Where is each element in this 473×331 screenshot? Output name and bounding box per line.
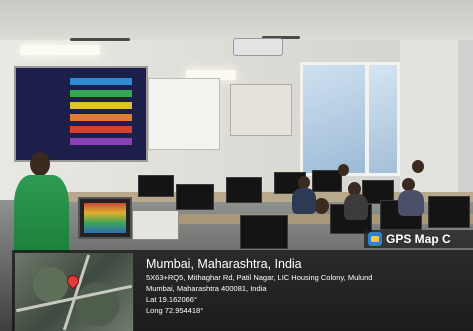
gps-map-camera-icon [368,232,382,246]
location-longitude: Long 72.954418° [146,306,204,315]
gps-map-camera-badge: GPS Map C [364,230,473,248]
computer-monitor [176,184,214,210]
computer-monitor [226,177,262,203]
student [292,188,316,214]
wall-cabinet [230,84,292,136]
computer-monitor [240,215,288,249]
printer [132,210,179,240]
whiteboard [148,78,220,150]
student [398,190,424,216]
projection-screen [14,66,148,162]
window [366,62,400,176]
student [314,198,329,214]
classroom-photo: GPS Map C Mumbai, Maharashtra, India 5X6… [0,0,473,331]
projector [233,38,283,56]
student [412,160,424,173]
location-address-line: 5X63+RQ5, Mithaghar Rd, Patil Nagar, LIC… [146,273,373,282]
student [338,164,349,176]
location-city: Mumbai, Maharashtra, India [146,257,302,271]
computer-monitor [78,197,132,239]
computer-monitor [312,170,342,192]
map-thumbnail [14,252,134,331]
student [344,194,368,220]
location-info: Mumbai, Maharashtra, India 5X63+RQ5, Mit… [146,257,473,316]
teacher [30,152,50,176]
ceiling-light [20,45,100,55]
location-address-line: Mumbai, Maharashtra 400081, India [146,284,267,293]
pillar [400,40,458,200]
window [300,62,368,176]
gps-badge-label: GPS Map C [386,232,451,246]
computer-monitor [138,175,174,197]
location-latitude: Lat 19.162066° [146,295,197,304]
desk-row [140,214,473,224]
ceiling-fan [70,38,130,41]
computer-monitor [428,196,470,228]
